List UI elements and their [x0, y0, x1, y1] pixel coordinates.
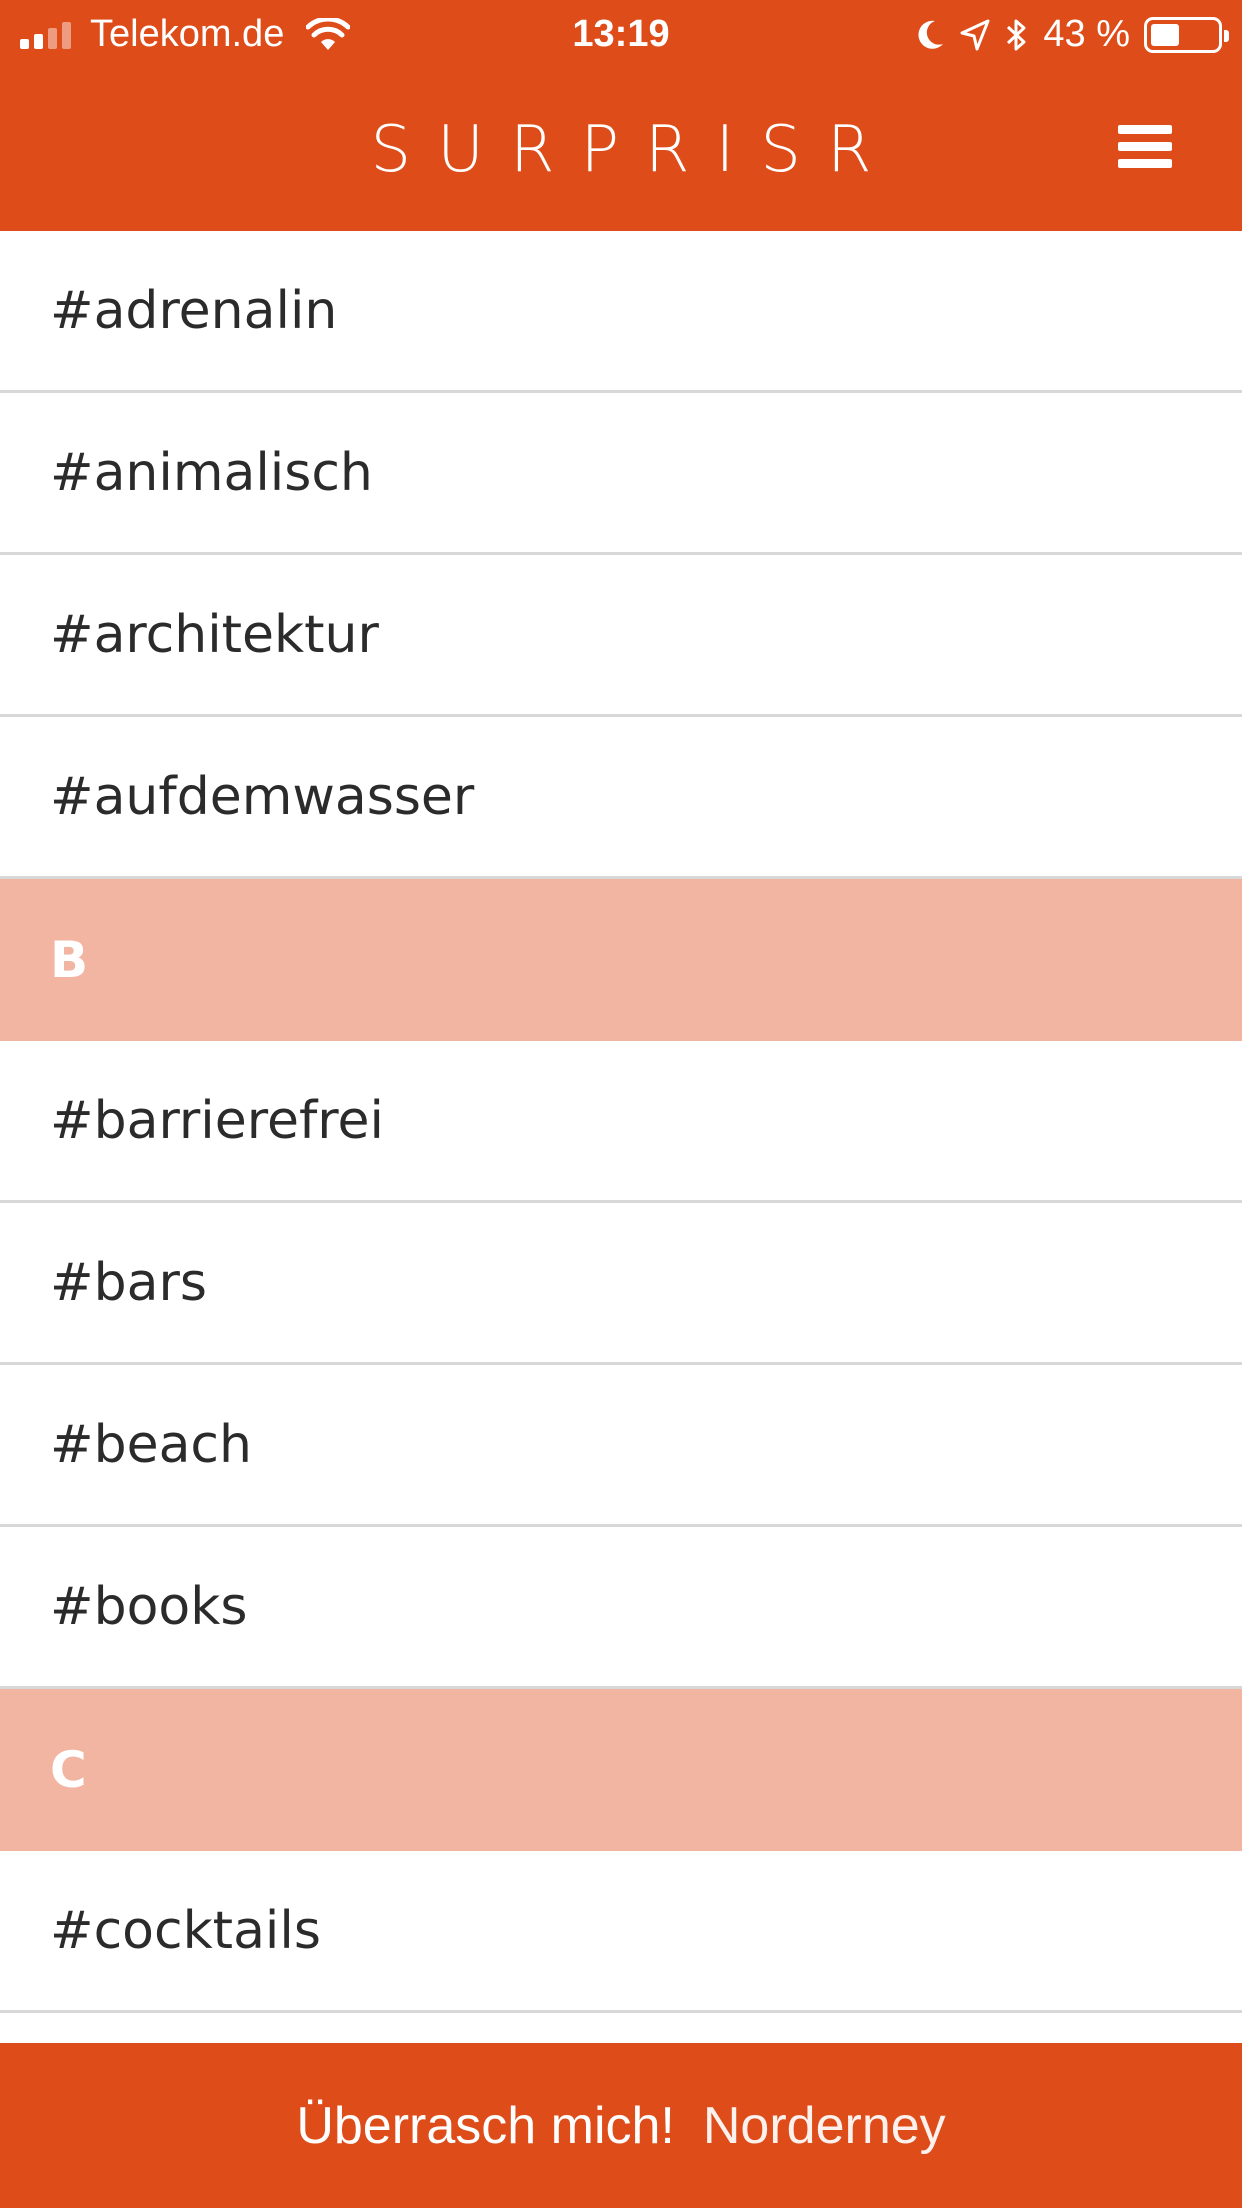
tag-list-item[interactable]: #cocktails — [0, 1851, 1242, 2013]
battery-fill — [1151, 23, 1179, 46]
tag-list-item[interactable]: #barrierefrei — [0, 1041, 1242, 1203]
app-header: SURPRISR — [0, 69, 1242, 231]
tag-list-item[interactable]: #beach — [0, 1365, 1242, 1527]
tag-list-item[interactable]: #bars — [0, 1203, 1242, 1365]
section-header: B — [0, 879, 1242, 1041]
status-right: 43 % — [901, 0, 1229, 69]
moon-icon — [918, 20, 944, 49]
menu-button[interactable] — [1118, 125, 1172, 169]
hamburger-icon-bar — [1118, 159, 1172, 168]
tag-list-item[interactable]: #architektur — [0, 555, 1242, 717]
section-header: C — [0, 1689, 1242, 1851]
tag-list-item[interactable]: #aufdemwasser — [0, 717, 1242, 879]
location-label: Norderney — [702, 2096, 946, 2155]
surprise-me-button[interactable]: Überrasch mich! Norderney — [0, 2043, 1242, 2208]
hamburger-icon-bar — [1118, 142, 1172, 151]
tag-list-item[interactable]: #animalisch — [0, 393, 1242, 555]
hamburger-icon-bar — [1118, 125, 1172, 134]
bluetooth-icon — [1007, 19, 1026, 50]
tag-list-item[interactable]: #books — [0, 1527, 1242, 1689]
location-arrow-icon — [960, 19, 990, 50]
surprise-me-label: Überrasch mich! — [296, 2096, 675, 2155]
tag-list[interactable]: #adrenalin #animalisch #architektur #aufdem… — [0, 231, 1242, 2043]
battery-percentage: 43 % — [1043, 13, 1130, 55]
tag-list-item[interactable] — [0, 2013, 1242, 2043]
status-bar: Telekom.de 13:19 43 % — [0, 0, 1242, 69]
app-logo: SURPRISR — [370, 113, 898, 187]
battery-icon — [1144, 16, 1229, 53]
tag-list-item[interactable]: #adrenalin — [0, 231, 1242, 393]
